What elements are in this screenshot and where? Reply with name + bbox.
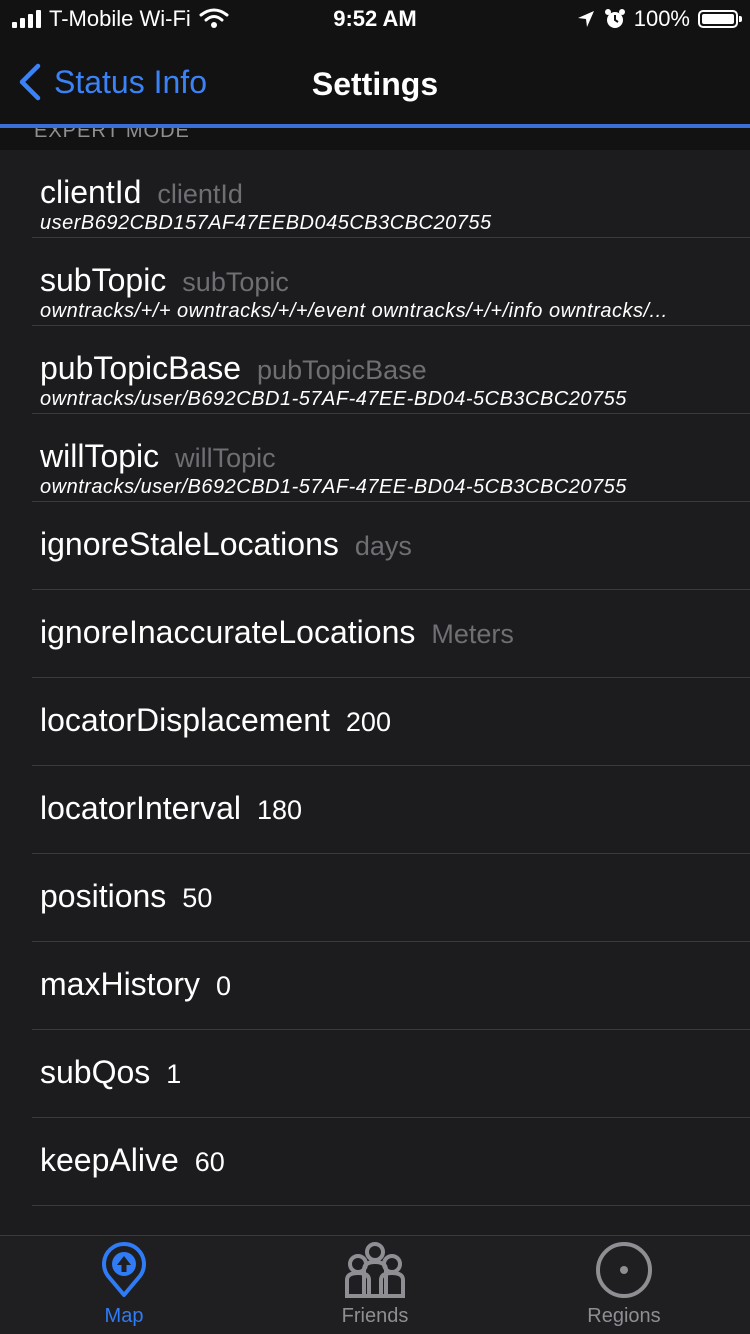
setting-key-label: keepAlive: [40, 1142, 179, 1178]
setting-key-label: ignoreStaleLocations: [40, 526, 339, 562]
setting-row-subtopic[interactable]: subTopic subTopic owntracks/+/+ owntracks/…: [0, 238, 750, 326]
setting-value-placeholder[interactable]: willTopic: [175, 443, 276, 474]
setting-key-label: pubTopicBase: [40, 350, 242, 386]
setting-row-main: locatorInterval 180: [40, 790, 302, 827]
friends-icon: [345, 1242, 405, 1298]
setting-row-maxhistory[interactable]: maxHistory 0: [0, 942, 750, 1030]
setting-row-main: willTopic willTopic: [40, 438, 276, 475]
setting-value-field[interactable]: 60: [195, 1147, 225, 1178]
setting-row-main: locatorDisplacement 200: [40, 702, 391, 739]
map-pin-icon: [102, 1242, 146, 1297]
setting-row-main: ignoreInaccurateLocations Meters: [40, 614, 514, 651]
setting-key-label: maxHistory: [40, 966, 201, 1002]
setting-value-field[interactable]: 0: [216, 971, 231, 1002]
setting-key-label: locatorDisplacement: [40, 702, 330, 738]
setting-row-clientid[interactable]: clientId clientId userB692CBD157AF47EEBD04…: [0, 150, 750, 238]
setting-key-label: subTopic: [40, 262, 167, 298]
setting-detail-text: owntracks/+/+ owntracks/+/+/event owntra…: [40, 300, 668, 322]
setting-value-field[interactable]: 50: [182, 883, 212, 914]
setting-value-placeholder[interactable]: pubTopicBase: [257, 355, 427, 386]
tab-friends-label: Friends: [341, 1305, 409, 1327]
setting-value-field[interactable]: 180: [257, 795, 302, 826]
setting-value-field[interactable]: 200: [346, 707, 391, 738]
section-header: EXPERT MODE: [0, 128, 750, 150]
settings-list[interactable]: clientId clientId userB692CBD157AF47EEBD04…: [0, 150, 750, 1236]
tab-regions[interactable]: Regions: [549, 1242, 699, 1328]
regions-icon: [596, 1242, 652, 1298]
setting-key-label: positions: [40, 878, 167, 914]
setting-key-label: willTopic: [40, 438, 160, 474]
setting-row-main: subTopic subTopic: [40, 262, 289, 299]
setting-row-main: keepAlive 60: [40, 1142, 225, 1179]
battery-icon: [698, 10, 742, 28]
setting-row-willtopic[interactable]: willTopic willTopic owntracks/user/B692CBD…: [0, 414, 750, 502]
setting-row-main: clientId clientId: [40, 174, 243, 211]
setting-row-subqos[interactable]: subQos 1: [0, 1030, 750, 1118]
setting-key-label: locatorInterval: [40, 790, 241, 826]
setting-row-keepalive[interactable]: keepAlive 60: [0, 1118, 750, 1206]
setting-key-label: clientId: [40, 174, 142, 210]
setting-row-main: pubTopicBase pubTopicBase: [40, 350, 427, 387]
tab-regions-label: Regions: [587, 1305, 661, 1327]
alarm-icon: [604, 9, 625, 28]
setting-detail-text: owntracks/user/B692CBD1-57AF-47EE-BD04-5…: [40, 476, 627, 498]
location-arrow-icon: [577, 11, 594, 27]
status-bar-right: 100%: [576, 6, 742, 32]
tab-bar: Map Friends Regions: [0, 1235, 750, 1334]
setting-key-label: ignoreInaccurateLocations: [40, 614, 416, 650]
battery-percent: 100%: [633, 6, 690, 31]
setting-value-placeholder[interactable]: clientId: [157, 179, 243, 210]
setting-row-main: subQos 1: [40, 1054, 181, 1091]
setting-value-placeholder[interactable]: days: [355, 531, 412, 562]
setting-row-positions[interactable]: positions 50: [0, 854, 750, 942]
setting-value-placeholder[interactable]: subTopic: [182, 267, 289, 298]
setting-detail-text: userB692CBD157AF47EEBD045CB3CBC20755: [40, 212, 492, 234]
setting-row-main: ignoreStaleLocations days: [40, 526, 412, 563]
page-title: Settings: [311, 66, 439, 102]
setting-row-locatordisplacement[interactable]: locatorDisplacement 200: [0, 678, 750, 766]
section-header-label: EXPERT MODE: [34, 128, 190, 142]
setting-row-locatorinterval[interactable]: locatorInterval 180: [0, 766, 750, 854]
setting-value-placeholder[interactable]: Meters: [431, 619, 514, 650]
setting-row-ignorestalelocations[interactable]: ignoreStaleLocations days: [0, 502, 750, 590]
setting-row-pubtopicbase[interactable]: pubTopicBase pubTopicBase owntracks/user/B…: [0, 326, 750, 414]
navigation-bar: Status Info Settings: [0, 40, 750, 126]
tab-map[interactable]: Map: [49, 1242, 199, 1328]
tab-map-label: Map: [104, 1305, 144, 1327]
setting-row-main: positions 50: [40, 878, 212, 915]
tab-friends[interactable]: Friends: [300, 1242, 450, 1328]
setting-row-main: maxHistory 0: [40, 966, 231, 1003]
setting-key-label: subQos: [40, 1054, 151, 1090]
setting-value-field[interactable]: 1: [166, 1059, 181, 1090]
status-bar: T-Mobile Wi-Fi 9:52 AM 100%: [0, 0, 750, 40]
setting-row-ignoreinaccuratelocations[interactable]: ignoreInaccurateLocations Meters: [0, 590, 750, 678]
setting-detail-text: owntracks/user/B692CBD1-57AF-47EE-BD04-5…: [40, 388, 627, 410]
